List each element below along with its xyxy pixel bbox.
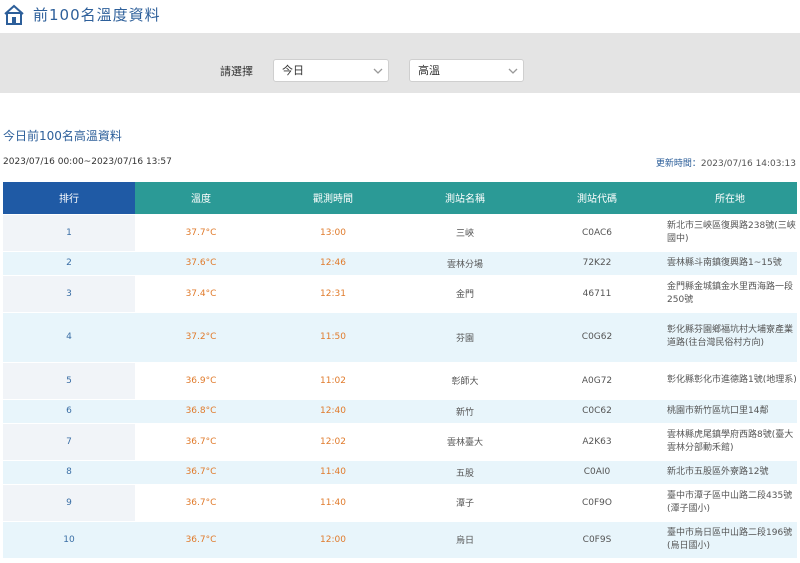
- section-heading: 今日前100名高溫資料: [3, 129, 122, 143]
- station-cell: 新竹: [399, 398, 531, 423]
- chevron-down-icon: [508, 68, 518, 74]
- column-header-location[interactable]: 所在地: [663, 182, 797, 214]
- column-header-temp[interactable]: 溫度: [135, 182, 267, 214]
- time-cell: 12:40: [267, 398, 399, 423]
- code-cell: C0G62: [531, 311, 663, 362]
- column-header-rank[interactable]: 排行: [3, 182, 135, 214]
- temp-cell: 37.7°C: [135, 213, 267, 251]
- temp-cell: 36.7°C: [135, 459, 267, 484]
- table-header-row: 排行 溫度 觀測時間 測站名稱 測站代碼 所在地: [3, 182, 797, 214]
- rank-cell: 10: [3, 520, 135, 558]
- rank-cell: 1: [3, 213, 135, 251]
- rank-cell: 2: [3, 250, 135, 275]
- time-cell: 12:46: [267, 250, 399, 275]
- station-cell: 五股: [399, 459, 531, 484]
- type-select-value: 高溫: [418, 64, 440, 77]
- filter-bar: 請選擇 今日 高溫: [0, 33, 800, 93]
- home-icon[interactable]: [3, 4, 25, 26]
- title-bar: 前100名溫度資料: [0, 0, 800, 30]
- rank-cell: 3: [3, 274, 135, 312]
- time-cell: 11:40: [267, 459, 399, 484]
- location-cell: 金門縣金城鎮金水里西海路一段250號: [663, 274, 797, 312]
- station-cell: 芬園: [399, 311, 531, 362]
- table-row: 9 36.7°C 11:40 潭子 C0F9O 臺中市潭子區中山路二段435號(潭子國小): [3, 483, 797, 521]
- station-cell: 金門: [399, 274, 531, 312]
- location-cell: 彰化縣彰化市進德路1號(地理系): [663, 361, 797, 399]
- rank-cell: 4: [3, 311, 135, 362]
- location-cell: 新北市三峽區復興路238號(三峽國中): [663, 213, 797, 251]
- table-row: 2 37.6°C 12:46 雲林分場 72K22 雲林縣斗南鎮復興路1~15號: [3, 250, 797, 275]
- code-cell: C0AC6: [531, 213, 663, 251]
- time-cell: 11:40: [267, 483, 399, 521]
- code-cell: 72K22: [531, 250, 663, 275]
- station-cell: 雲林臺大: [399, 422, 531, 460]
- rank-cell: 5: [3, 361, 135, 399]
- time-cell: 11:50: [267, 311, 399, 362]
- rank-cell: 6: [3, 398, 135, 423]
- station-cell: 雲林分場: [399, 250, 531, 275]
- code-cell: C0AI0: [531, 459, 663, 484]
- column-header-station[interactable]: 測站名稱: [399, 182, 531, 214]
- location-cell: 雲林縣斗南鎮復興路1~15號: [663, 250, 797, 275]
- updated-time: 更新時間：2023/07/16 14:03:13: [656, 156, 796, 169]
- temp-cell: 37.4°C: [135, 274, 267, 312]
- table-row: 3 37.4°C 12:31 金門 46711 金門縣金城鎮金水里西海路一段250號: [3, 274, 797, 312]
- station-cell: 彰師大: [399, 361, 531, 399]
- temp-cell: 36.7°C: [135, 483, 267, 521]
- temperature-table: 排行 溫度 觀測時間 測站名稱 測站代碼 所在地 1 37.7°C 13:00 三峽 C…: [3, 182, 797, 558]
- time-cell: 12:00: [267, 520, 399, 558]
- code-cell: C0C62: [531, 398, 663, 423]
- day-select[interactable]: 今日: [273, 59, 389, 82]
- code-cell: 46711: [531, 274, 663, 312]
- time-cell: 11:02: [267, 361, 399, 399]
- table-row: 7 36.7°C 12:02 雲林臺大 A2K63 雲林縣虎尾鎮學府西路8號(臺大雲林分部…: [3, 422, 797, 460]
- location-cell: 臺中市潭子區中山路二段435號(潭子國小): [663, 483, 797, 521]
- rank-cell: 9: [3, 483, 135, 521]
- code-cell: C0F9O: [531, 483, 663, 521]
- temp-cell: 36.8°C: [135, 398, 267, 423]
- table-row: 8 36.7°C 11:40 五股 C0AI0 新北市五股區外寮路12號: [3, 459, 797, 484]
- updated-value: 2023/07/16 14:03:13: [700, 159, 796, 169]
- chevron-down-icon: [373, 68, 383, 74]
- location-cell: 新北市五股區外寮路12號: [663, 459, 797, 484]
- time-cell: 12:31: [267, 274, 399, 312]
- day-select-value: 今日: [282, 64, 304, 77]
- location-cell: 雲林縣虎尾鎮學府西路8號(臺大雲林分部動禾館): [663, 422, 797, 460]
- location-cell: 臺中市烏日區中山路二段196號(烏日國小): [663, 520, 797, 558]
- temp-cell: 36.7°C: [135, 422, 267, 460]
- code-cell: A2K63: [531, 422, 663, 460]
- table-row: 10 36.7°C 12:00 烏日 C0F9S 臺中市烏日區中山路二段196號(烏日國小…: [3, 520, 797, 558]
- table-row: 6 36.8°C 12:40 新竹 C0C62 桃園市新竹區坑口里14鄰: [3, 398, 797, 423]
- station-cell: 烏日: [399, 520, 531, 558]
- time-cell: 12:02: [267, 422, 399, 460]
- rank-cell: 7: [3, 422, 135, 460]
- temp-cell: 37.2°C: [135, 311, 267, 362]
- type-select[interactable]: 高溫: [409, 59, 524, 82]
- updated-label: 更新時間：: [655, 159, 701, 169]
- temp-cell: 36.7°C: [135, 520, 267, 558]
- table-row: 1 37.7°C 13:00 三峽 C0AC6 新北市三峽區復興路238號(三峽國中): [3, 213, 797, 251]
- table-row: 5 36.9°C 11:02 彰師大 A0G72 彰化縣彰化市進德路1號(地理系): [3, 361, 797, 399]
- temp-cell: 37.6°C: [135, 250, 267, 275]
- code-cell: A0G72: [531, 361, 663, 399]
- page-title: 前100名溫度資料: [33, 6, 161, 24]
- column-header-time[interactable]: 觀測時間: [267, 182, 399, 214]
- temp-cell: 36.9°C: [135, 361, 267, 399]
- time-range: 2023/07/16 00:00~2023/07/16 13:57: [3, 157, 172, 167]
- station-cell: 三峽: [399, 213, 531, 251]
- code-cell: C0F9S: [531, 520, 663, 558]
- time-cell: 13:00: [267, 213, 399, 251]
- location-cell: 彰化縣芬園鄉福坑村大埔寮產業道路(往台灣民俗村方向): [663, 311, 797, 362]
- station-cell: 潭子: [399, 483, 531, 521]
- column-header-code[interactable]: 測站代碼: [531, 182, 663, 214]
- table-row: 4 37.2°C 11:50 芬園 C0G62 彰化縣芬園鄉福坑村大埔寮產業道路(往台灣民…: [3, 311, 797, 362]
- rank-cell: 8: [3, 459, 135, 484]
- filter-label: 請選擇: [220, 65, 253, 78]
- location-cell: 桃園市新竹區坑口里14鄰: [663, 398, 797, 423]
